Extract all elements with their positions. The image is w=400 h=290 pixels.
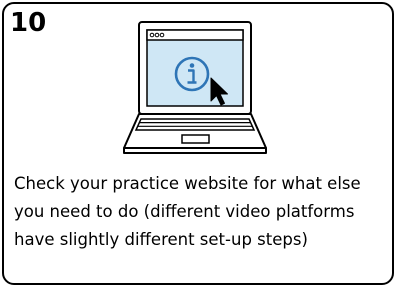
instruction-text: Check your practice website for what els… — [14, 174, 361, 249]
step-number: 10 — [10, 8, 47, 38]
laptop-icon — [123, 21, 267, 154]
instruction-card: 10 Check your practice website for what … — [2, 2, 394, 285]
